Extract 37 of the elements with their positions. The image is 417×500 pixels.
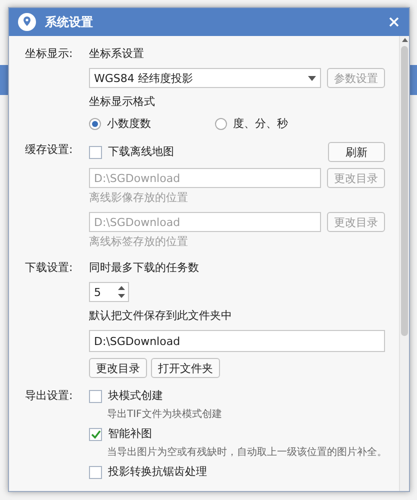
projection-dropdown[interactable]: WGS84 经纬度投影 — [89, 68, 321, 88]
checkbox-label: 下载离线地图 — [108, 144, 174, 160]
hint-text: 离线标签存放的位置 — [89, 234, 189, 250]
field-label: 坐标显示格式 — [89, 94, 156, 110]
spinner-arrows-icon[interactable] — [118, 286, 125, 298]
checkbox[interactable] — [89, 428, 102, 440]
checkbox[interactable] — [89, 146, 102, 158]
location-pin-icon — [17, 12, 37, 32]
close-button[interactable] — [387, 15, 401, 29]
folder-field[interactable]: D:\SGDownload — [89, 330, 385, 352]
radio-label: 度、分、秒 — [233, 116, 288, 132]
checkbox-label: 投影转换抗锯齿处理 — [108, 464, 207, 480]
radio-button[interactable] — [89, 118, 101, 130]
section-label: 缓存设置: — [25, 142, 74, 158]
task-count-spinner[interactable]: 5 — [89, 282, 129, 302]
radio-button[interactable] — [215, 118, 227, 130]
hint-text: 当导出图片为空或有残缺时，自动取上一级该位置的图片补全。 — [106, 446, 385, 460]
field-label: 同时最多下载的任务数 — [89, 260, 200, 276]
hint-text: 离线影像存放的位置 — [89, 190, 189, 206]
window-title: 系统设置 — [45, 14, 94, 30]
checkbox[interactable] — [89, 390, 102, 402]
checkbox-label: 块模式创建 — [108, 388, 163, 404]
field-label: 坐标系设置 — [89, 46, 145, 62]
section-label: 坐标显示: — [25, 46, 74, 62]
section-label: 导出设置: — [25, 388, 74, 404]
folder-button[interactable]: 更改目录 — [89, 358, 147, 378]
checkbox-label: 智能补图 — [108, 426, 152, 442]
checkbox[interactable] — [89, 466, 102, 478]
dropdown-caret-icon — [308, 76, 316, 80]
scrollbar[interactable] — [399, 36, 409, 491]
scroll-up-icon[interactable] — [402, 38, 408, 42]
section-label: 下载设置: — [25, 260, 74, 276]
field-label: 默认把文件保存到此文件夹中 — [89, 308, 233, 324]
radio-label: 小数度数 — [107, 116, 151, 132]
folder-button[interactable]: 打开文件夹 — [151, 358, 220, 378]
refresh-button[interactable]: 刷新 — [328, 142, 385, 162]
hint-text: 导出TIF文件为块模式创建 — [106, 408, 223, 422]
